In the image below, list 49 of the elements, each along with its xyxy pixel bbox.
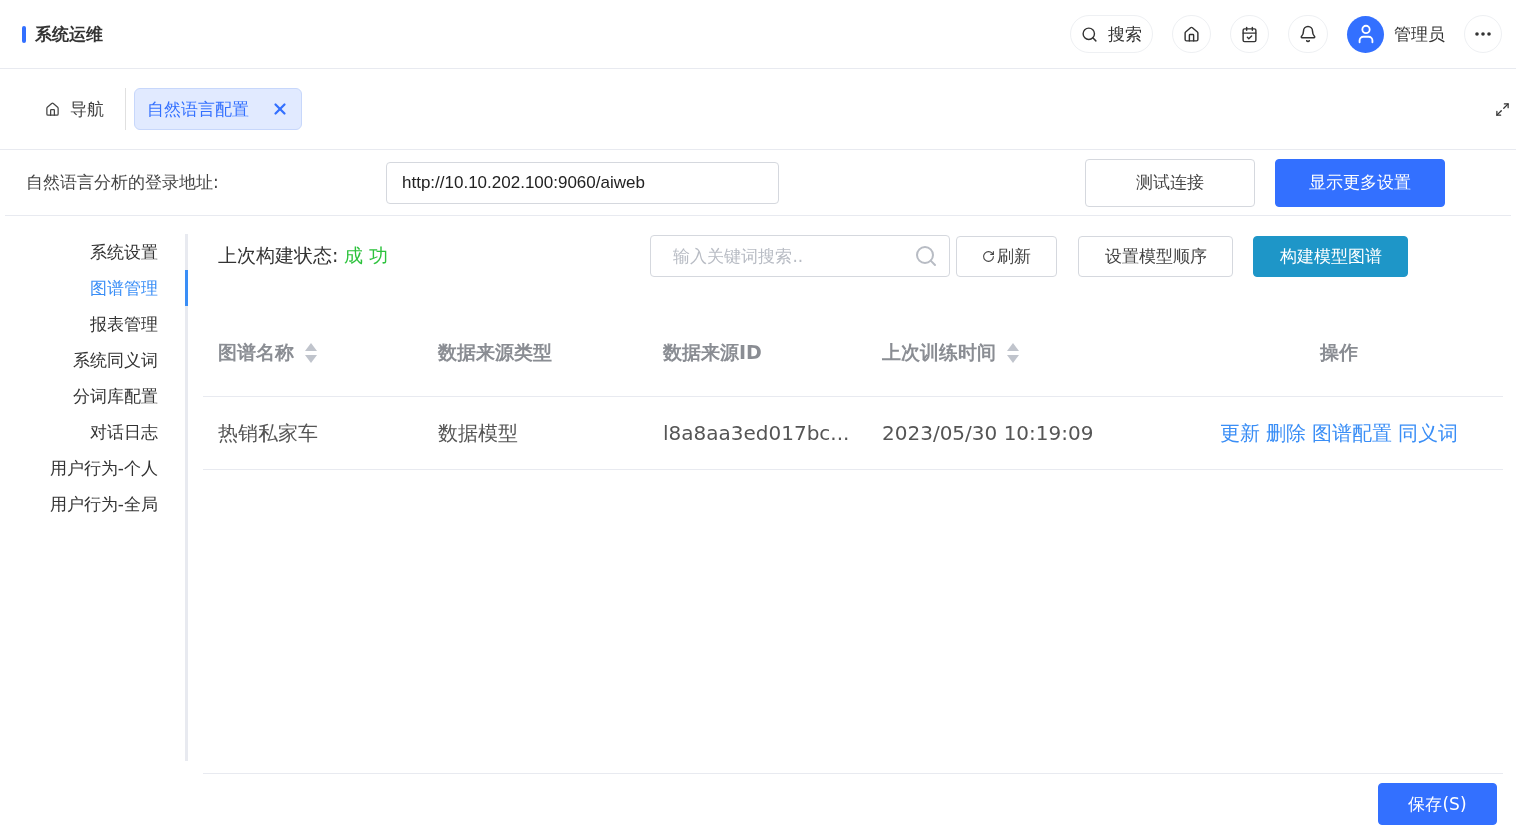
- home-button[interactable]: [1172, 15, 1211, 53]
- page-tab[interactable]: 导航: [32, 88, 117, 130]
- keyword-search-field[interactable]: 输入关键词搜索..: [650, 235, 951, 277]
- table-cell: 2023/05/30 10:19:09: [882, 421, 1094, 445]
- sidebar-item[interactable]: 系统设置: [0, 234, 188, 270]
- calendar-check-icon: [1241, 25, 1258, 43]
- tab-label: 自然语言配置: [147, 97, 249, 121]
- model-order-button[interactable]: 设置模型顺序: [1078, 235, 1234, 277]
- close-icon[interactable]: [271, 100, 289, 118]
- refresh-icon: [982, 249, 996, 263]
- column-header: 操作: [1319, 340, 1358, 365]
- search-icon: [1081, 25, 1098, 43]
- more-settings-button[interactable]: 显示更多设置: [1275, 158, 1445, 207]
- column-header: 数据来源类型: [438, 340, 552, 365]
- expand-icon[interactable]: [1495, 101, 1510, 117]
- table-cell: 数据模型: [438, 420, 518, 445]
- tab-label: 导航: [70, 97, 104, 121]
- table-cell: l8a8aa3ed017bc...: [663, 421, 850, 445]
- title-accent-bar: [22, 25, 26, 43]
- status-value: 成 功: [344, 243, 390, 268]
- search-icon: [914, 244, 939, 268]
- column-header: 数据来源ID: [663, 340, 762, 365]
- status-label: 上次构建状态:: [218, 243, 339, 268]
- sidebar-item[interactable]: 分词库配置: [0, 378, 188, 414]
- column-header: 上次训练时间: [882, 340, 996, 365]
- app-title: 系统运维: [35, 22, 104, 46]
- notification-button[interactable]: [1288, 15, 1328, 53]
- calendar-check-button[interactable]: [1230, 15, 1269, 53]
- home-icon: [45, 101, 60, 117]
- table-cell: 热销私家车: [218, 420, 318, 445]
- user-name: 管理员: [1394, 22, 1445, 46]
- more-icon: [1475, 32, 1491, 36]
- save-button[interactable]: 保存(S): [1378, 783, 1497, 825]
- sidebar-item[interactable]: 用户行为-全局: [0, 486, 188, 522]
- sidebar-item[interactable]: 用户行为-个人: [0, 450, 188, 486]
- page-tab[interactable]: 自然语言配置: [134, 88, 302, 130]
- column-header: 图谱名称: [218, 340, 294, 365]
- url-input-field[interactable]: http://10.10.202.100:9060/aiweb: [386, 161, 779, 204]
- refresh-button[interactable]: 刷新: [956, 235, 1058, 277]
- sidebar-item[interactable]: 对话日志: [0, 414, 188, 450]
- sidebar-item[interactable]: 系统同义词: [0, 342, 188, 378]
- home-icon: [1183, 25, 1200, 43]
- url-label: 自然语言分析的登录地址:: [26, 171, 220, 194]
- sidebar-item[interactable]: 报表管理: [0, 306, 188, 342]
- user-avatar[interactable]: [1347, 15, 1384, 53]
- search-button[interactable]: 搜索: [1070, 15, 1153, 53]
- bell-icon: [1299, 25, 1317, 43]
- test-connection-button[interactable]: 测试连接: [1085, 158, 1255, 207]
- more-button[interactable]: [1464, 15, 1502, 53]
